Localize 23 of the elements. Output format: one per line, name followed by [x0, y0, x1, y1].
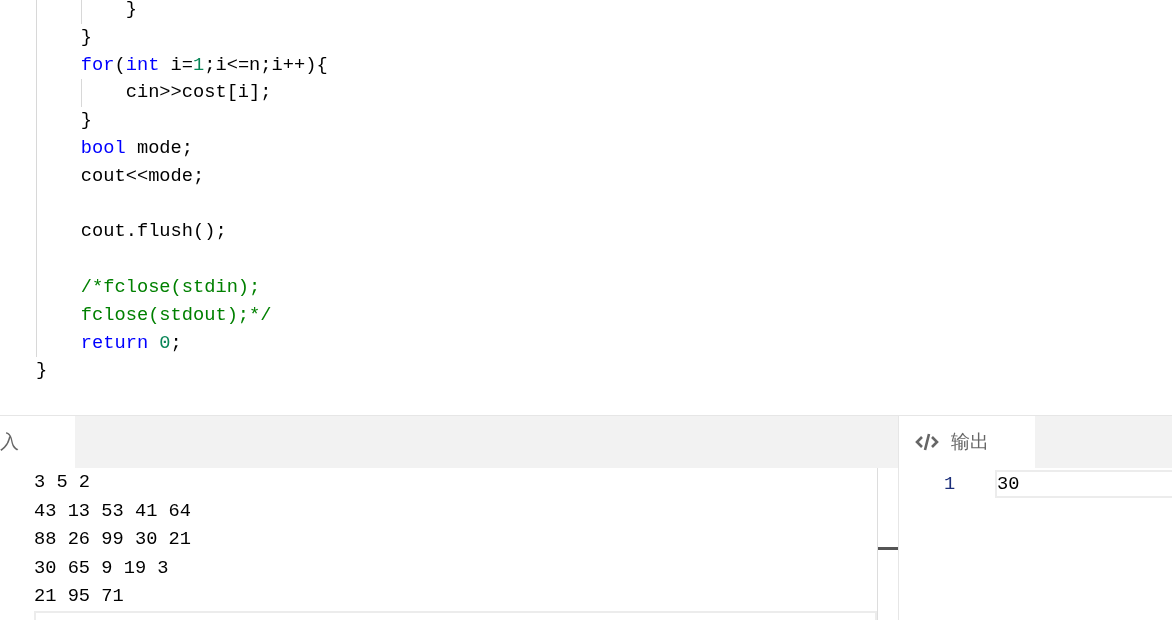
- code-line: }: [36, 0, 1172, 24]
- code-line: cout<<mode;: [36, 162, 1172, 191]
- code-line: for(int i=1;i<=n;i++){: [36, 51, 1172, 80]
- input-line: 88 26 99 30 21: [34, 527, 192, 552]
- input-line: 43 13 53 41 64: [34, 498, 192, 524]
- code-line: cin>>cost[i];: [36, 79, 1172, 108]
- code-line: }: [36, 107, 1172, 135]
- line-number: 1: [943, 473, 957, 495]
- code-line: /*fclose(stdin);: [36, 273, 1172, 302]
- input-line: 30 65 9 19 3: [34, 555, 170, 581]
- input-tab[interactable]: 入: [0, 416, 75, 468]
- input-line: 21 95 71: [34, 584, 125, 609]
- code-line: return 0;: [36, 329, 1172, 358]
- code-line: cout.flush();: [36, 218, 1172, 247]
- code-line: }: [36, 358, 49, 384]
- output-tab[interactable]: 输出: [899, 416, 1035, 468]
- output-line: 30: [995, 470, 1172, 498]
- code-icon: [915, 432, 939, 452]
- scrollbar[interactable]: [877, 468, 898, 620]
- input-line: 3 5 2: [34, 470, 92, 495]
- code-line: }: [36, 23, 1172, 52]
- code-line: bool mode;: [36, 135, 1172, 163]
- code-line: fclose(stdout);*/: [36, 301, 1172, 330]
